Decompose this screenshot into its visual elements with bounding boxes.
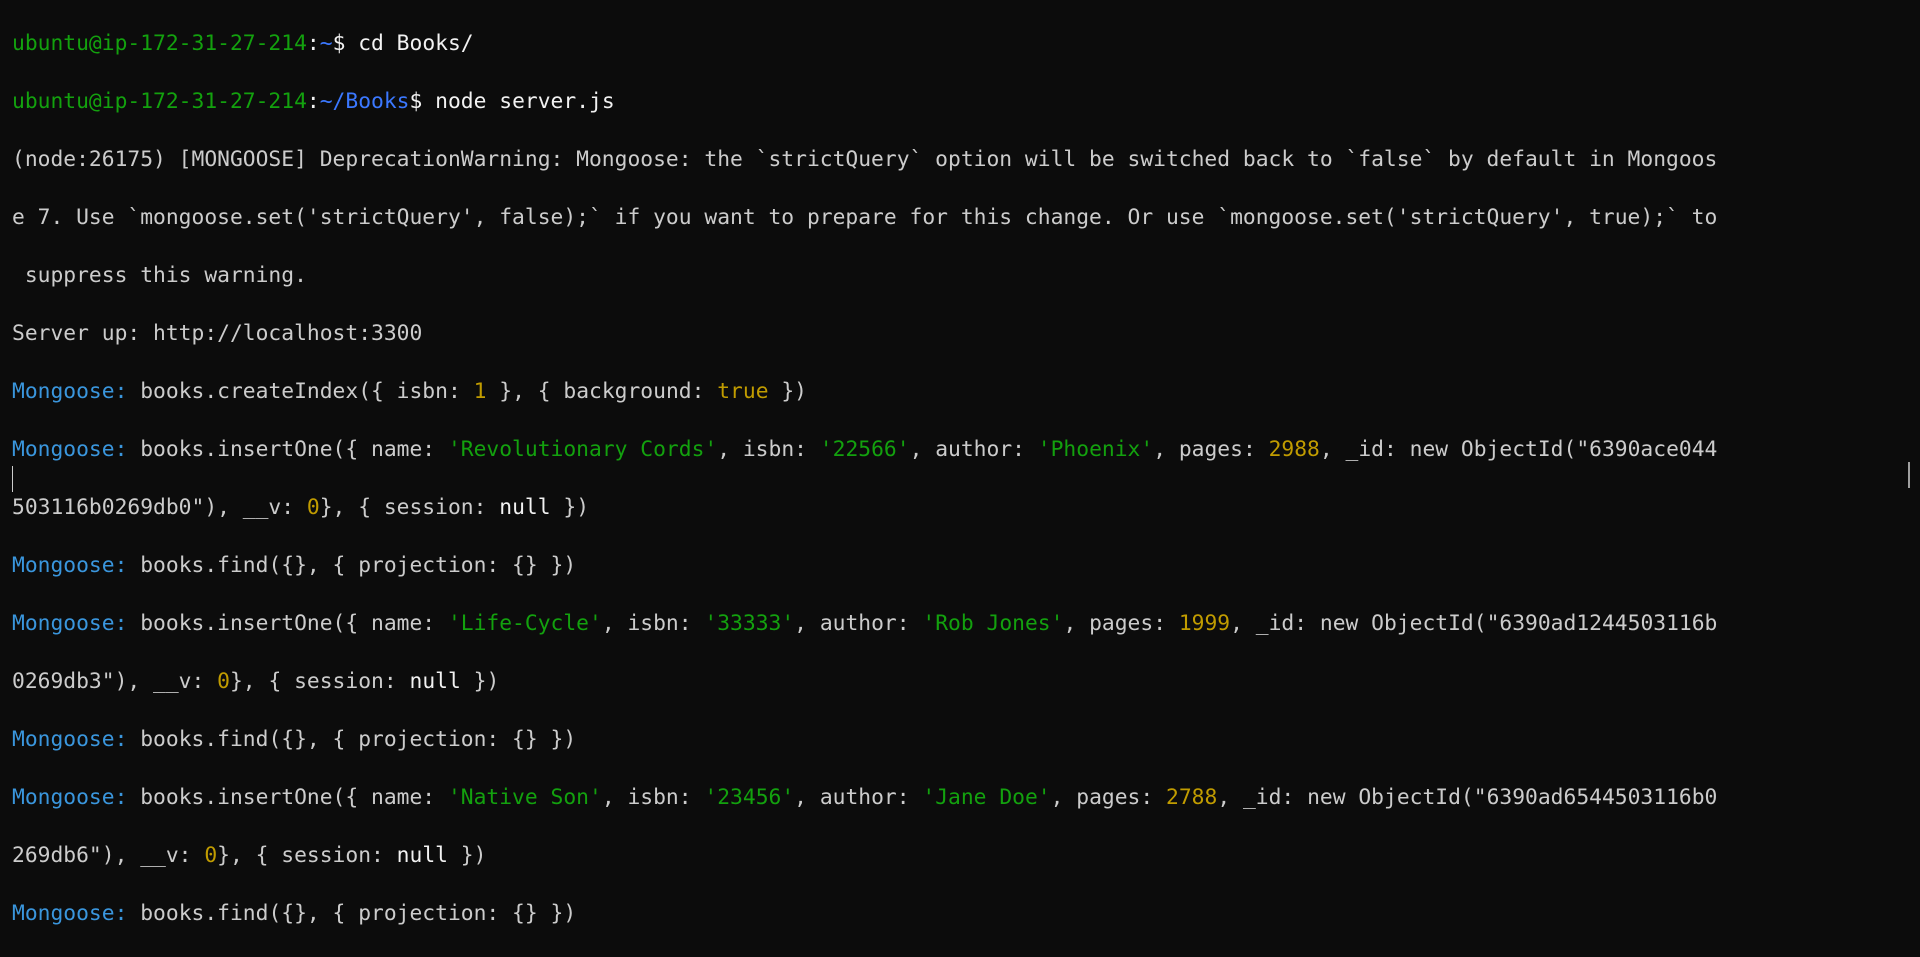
log-text: , isbn: bbox=[717, 437, 820, 462]
terminal-line-9: 503116b0269db0"), __v: 0}, { session: nu… bbox=[12, 493, 1912, 522]
terminal-line-15: 269db6"), __v: 0}, { session: null }) bbox=[12, 841, 1912, 870]
log-string: 'Phoenix' bbox=[1037, 437, 1154, 462]
terminal-line-8: Mongoose: books.insertOne({ name: 'Revol… bbox=[12, 435, 1912, 464]
prompt-colon: : bbox=[306, 89, 320, 114]
prompt-user-host: ubuntu@ip-172-31-27-214 bbox=[12, 89, 307, 114]
command-text: cd Books/ bbox=[358, 31, 474, 56]
prompt-path: ~ bbox=[319, 31, 333, 56]
log-number: 0 bbox=[204, 843, 218, 868]
terminal-line-2: ubuntu@ip-172-31-27-214:~/Books$ node se… bbox=[12, 87, 1912, 116]
log-number: 2788 bbox=[1166, 785, 1218, 810]
log-text: , pages: bbox=[1153, 437, 1269, 462]
prompt-user-host: ubuntu@ip-172-31-27-214 bbox=[12, 31, 307, 56]
terminal-line-12: 0269db3"), __v: 0}, { session: null }) bbox=[12, 667, 1912, 696]
terminal-line-13: Mongoose: books.find({}, { projection: {… bbox=[12, 725, 1912, 754]
log-text: , author: bbox=[794, 785, 923, 810]
log-text: books.createIndex({ isbn: bbox=[127, 379, 474, 404]
text-cursor bbox=[12, 466, 13, 492]
log-text: books.find({}, { projection: {} }) bbox=[127, 553, 577, 578]
mongoose-label: Mongoose: bbox=[12, 437, 128, 462]
log-text: books.insertOne({ name: bbox=[127, 785, 448, 810]
terminal-output[interactable]: ubuntu@ip-172-31-27-214:~$ cd Books/ ubu… bbox=[12, 0, 1912, 926]
log-text: }, { session: bbox=[319, 495, 500, 520]
log-text: }, { session: bbox=[229, 669, 410, 694]
prompt-dollar: $ bbox=[332, 31, 359, 56]
log-string: 'Rob Jones' bbox=[922, 611, 1064, 636]
prompt-path: ~/Books bbox=[319, 89, 410, 114]
terminal-line-4: e 7. Use `mongoose.set('strictQuery', fa… bbox=[12, 205, 1718, 230]
log-text: 0269db3"), __v: bbox=[12, 669, 218, 694]
log-text: books.insertOne({ name: bbox=[127, 611, 448, 636]
log-string: '33333' bbox=[704, 611, 795, 636]
log-text: 503116b0269db0"), __v: bbox=[12, 495, 307, 520]
command-text: node server.js bbox=[435, 89, 615, 114]
log-string: '22566' bbox=[819, 437, 910, 462]
log-text: }) bbox=[460, 669, 500, 694]
log-text: }) bbox=[447, 843, 487, 868]
terminal-line-3: (node:26175) [MONGOOSE] DeprecationWarni… bbox=[12, 147, 1718, 172]
log-text: , _id: new ObjectId("6390ad1244503116b bbox=[1230, 611, 1718, 636]
terminal-line-16: Mongoose: books.find({}, { projection: {… bbox=[12, 899, 1912, 928]
mongoose-label: Mongoose: bbox=[12, 379, 128, 404]
mongoose-label: Mongoose: bbox=[12, 901, 128, 926]
log-text: , author: bbox=[794, 611, 923, 636]
terminal-line-14: Mongoose: books.insertOne({ name: 'Nativ… bbox=[12, 783, 1912, 812]
log-number: 2988 bbox=[1268, 437, 1320, 462]
log-null: null bbox=[409, 669, 461, 694]
log-number: 0 bbox=[217, 669, 230, 694]
mongoose-label: Mongoose: bbox=[12, 553, 128, 578]
log-text: books.insertOne({ name: bbox=[127, 437, 448, 462]
mongoose-label: Mongoose: bbox=[12, 611, 128, 636]
terminal-line-7: Mongoose: books.createIndex({ isbn: 1 },… bbox=[12, 377, 1912, 406]
log-number: 1 bbox=[473, 379, 487, 404]
scrollbar-thumb[interactable] bbox=[1908, 462, 1910, 488]
log-null: null bbox=[396, 843, 448, 868]
log-text: }, { background: bbox=[486, 379, 718, 404]
terminal-line-11: Mongoose: books.insertOne({ name: 'Life-… bbox=[12, 609, 1912, 638]
log-text: , pages: bbox=[1063, 611, 1179, 636]
terminal-line-6: Server up: http://localhost:3300 bbox=[12, 321, 423, 346]
terminal-line-5: suppress this warning. bbox=[12, 263, 307, 288]
log-text: books.find({}, { projection: {} }) bbox=[127, 727, 577, 752]
log-text: , isbn: bbox=[601, 785, 705, 810]
log-string: 'Revolutionary Cords' bbox=[447, 437, 718, 462]
log-text: , author: bbox=[909, 437, 1038, 462]
terminal-line-10: Mongoose: books.find({}, { projection: {… bbox=[12, 551, 1912, 580]
prompt-dollar: $ bbox=[409, 89, 436, 114]
log-text: 269db6"), __v: bbox=[12, 843, 205, 868]
log-text: books.find({}, { projection: {} }) bbox=[127, 901, 577, 926]
log-number: 0 bbox=[306, 495, 320, 520]
log-text: }) bbox=[768, 379, 807, 404]
prompt-colon: : bbox=[306, 31, 320, 56]
log-text: , pages: bbox=[1050, 785, 1167, 810]
mongoose-label: Mongoose: bbox=[12, 785, 128, 810]
log-text: , _id: new ObjectId("6390ad6544503116b0 bbox=[1217, 785, 1718, 810]
log-number: 1999 bbox=[1178, 611, 1231, 636]
log-text: }) bbox=[550, 495, 590, 520]
log-boolean: true bbox=[717, 379, 769, 404]
log-text: }, { session: bbox=[217, 843, 397, 868]
log-string: '23456' bbox=[704, 785, 795, 810]
log-string: 'Native Son' bbox=[447, 785, 602, 810]
log-string: 'Life-Cycle' bbox=[447, 611, 602, 636]
log-text: , isbn: bbox=[601, 611, 705, 636]
mongoose-label: Mongoose: bbox=[12, 727, 128, 752]
terminal-line-1: ubuntu@ip-172-31-27-214:~$ cd Books/ bbox=[12, 29, 1912, 58]
log-null: null bbox=[499, 495, 551, 520]
log-text: , _id: new ObjectId("6390ace044 bbox=[1319, 437, 1718, 462]
log-string: 'Jane Doe' bbox=[922, 785, 1051, 810]
